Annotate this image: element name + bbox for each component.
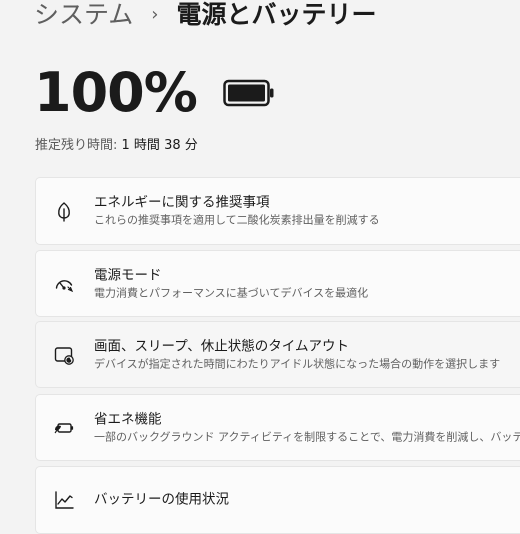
chevron-right-icon: › (151, 4, 159, 25)
leaf-icon (58, 202, 70, 222)
speedometer-icon (55, 279, 74, 292)
line-chart-icon (55, 491, 74, 509)
card-title: 電源モード (94, 267, 162, 283)
page-title: 電源とバッテリー (176, 0, 377, 29)
card-subtitle: これらの推奨事項を適用して二酸化炭素排出量を削減する (94, 213, 380, 227)
card-subtitle: デバイスが指定された時間にわたりアイドル状態になった場合の動作を選択します (94, 357, 501, 370)
card-title: 省エネ機能 (94, 411, 162, 427)
breadcrumb-parent-system[interactable]: システム (34, 0, 133, 30)
card-screen-sleep-timeouts[interactable]: 画面、スリープ、休止状態のタイムアウト デバイスが指定された時間にわたりアイドル… (35, 321, 520, 388)
remaining-label: 推定残り時間: (35, 138, 118, 153)
card-title: バッテリーの使用状況 (94, 491, 229, 508)
card-title: 画面、スリープ、休止状態のタイムアウト (94, 338, 350, 354)
card-subtitle: 電力消費とパフォーマンスに基づいてデバイスを最適化 (94, 286, 369, 299)
card-subtitle: 一部のバックグラウンド アクティビティを制限することで、電力消費を削減し、バッテ… (94, 430, 520, 443)
card-battery-usage[interactable]: バッテリーの使用状況 (35, 466, 520, 534)
battery-full-icon (223, 79, 274, 107)
battery-saver-icon (54, 422, 74, 433)
battery-percentage: 100% (34, 61, 198, 124)
breadcrumb: システム › 電源とバッテリー (34, 0, 376, 30)
card-title: エネルギーに関する推奨事項 (94, 194, 270, 211)
remaining-value: 1 時間 38 分 (121, 138, 198, 153)
card-energy-saver[interactable]: 省エネ機能 一部のバックグラウンド アクティビティを制限することで、電力消費を削… (35, 394, 520, 461)
estimated-time-remaining: 推定残り時間: 1 時間 38 分 (35, 135, 198, 157)
card-power-mode[interactable]: 電源モード 電力消費とパフォーマンスに基づいてデバイスを最適化 (35, 250, 520, 317)
battery-status: 100% (34, 60, 275, 126)
screen-sleep-icon (54, 346, 74, 365)
card-energy-recommendations[interactable]: エネルギーに関する推奨事項 これらの推奨事項を適用して二酸化炭素排出量を削減する (35, 177, 520, 245)
